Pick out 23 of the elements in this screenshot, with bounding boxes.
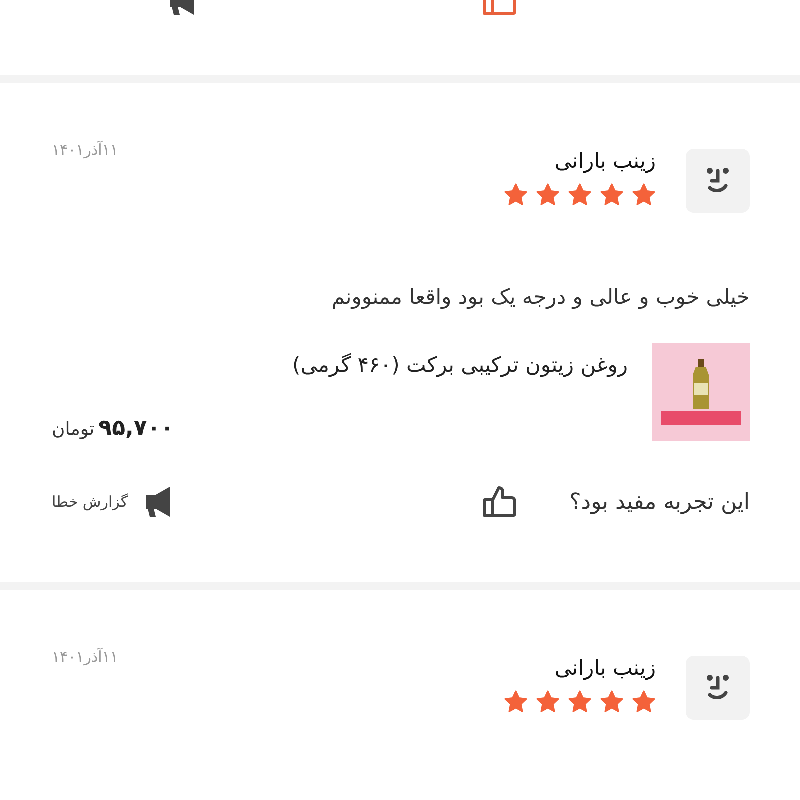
star-icon [536, 183, 560, 207]
star-icon [568, 690, 592, 714]
star-icon [536, 690, 560, 714]
product-price: ۹۵,۷۰۰ [98, 416, 174, 441]
currency-label: تومان [52, 419, 95, 440]
product-title: روغن زیتون ترکیبی برکت (۴۶۰ گرمی) [292, 353, 628, 377]
thumbs-up-icon [482, 484, 518, 520]
like-button[interactable] [482, 484, 518, 520]
review-text: خیلی خوب و عالی و درجه یک بود واقعا ممنوونم [330, 285, 750, 309]
review-date: ۱۱آذر۱۴۰۱ [52, 141, 118, 159]
star-icon [632, 690, 656, 714]
star-icon [632, 183, 656, 207]
star-icon [504, 183, 528, 207]
reviewer-name: زینب بارانی [554, 656, 656, 680]
star-icon [504, 690, 528, 714]
review-date: ۱۱آذر۱۴۰۱ [52, 648, 118, 666]
bottle-drawing [691, 359, 711, 409]
helpful-question: این تجربه مفید بود؟ [570, 490, 750, 514]
star-icon [568, 183, 592, 207]
star-icon [600, 183, 624, 207]
star-icon [600, 690, 624, 714]
reviewer-name: زینب بارانی [554, 149, 656, 173]
report-button[interactable]: گزارش خطا [52, 487, 184, 517]
